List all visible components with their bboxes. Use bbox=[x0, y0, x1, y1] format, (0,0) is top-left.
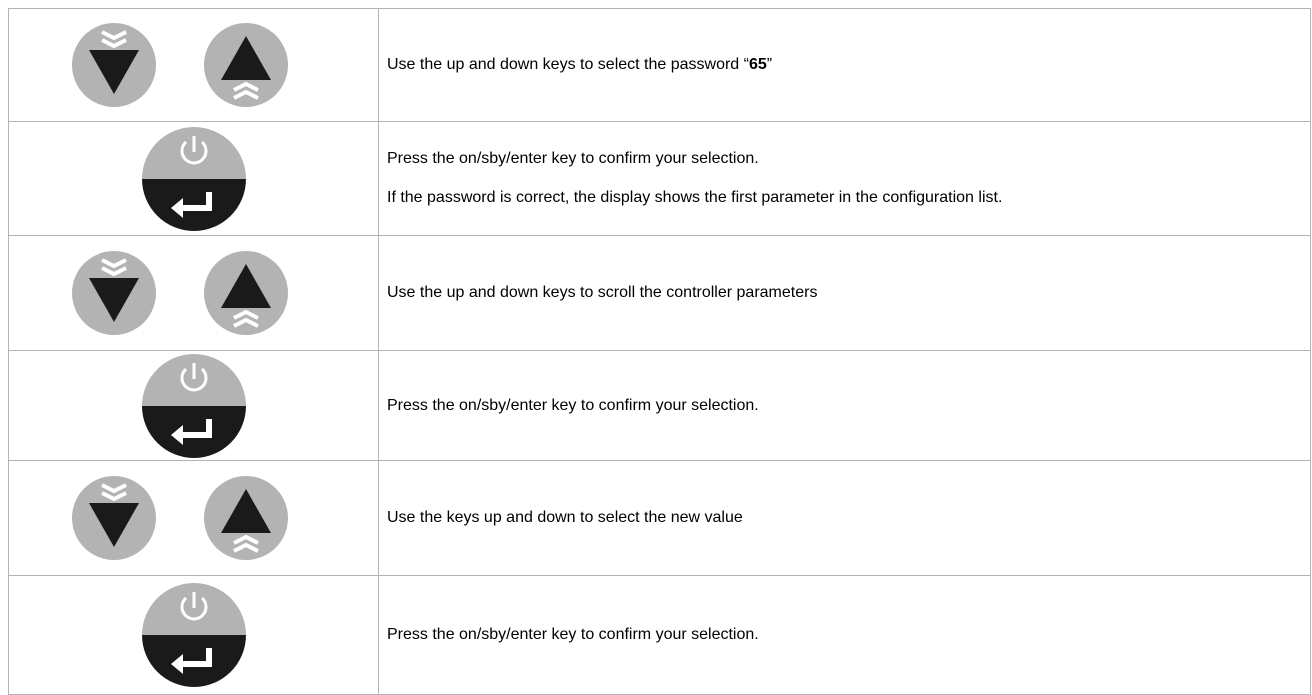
step-1-keys-cell bbox=[8, 8, 379, 122]
step-5-keys-cell bbox=[8, 460, 379, 576]
step-2-text-cell: Press the on/sby/enter key to confirm yo… bbox=[378, 121, 1311, 236]
step-row-3: Use the up and down keys to scroll the c… bbox=[8, 235, 1311, 351]
step-row-5: Use the keys up and down to select the n… bbox=[8, 460, 1311, 576]
step-2-keys-cell bbox=[8, 121, 379, 236]
step-4-keys-cell bbox=[8, 350, 379, 461]
step-6-keys-cell bbox=[8, 575, 379, 695]
step-2-line-1: Press the on/sby/enter key to confirm yo… bbox=[387, 150, 759, 167]
step-row-6: Press the on/sby/enter key to confirm yo… bbox=[8, 575, 1311, 695]
step-3-keys-cell bbox=[8, 235, 379, 351]
up-key-icon bbox=[204, 23, 288, 107]
down-key-icon bbox=[72, 23, 156, 107]
step-5-line-1: Use the keys up and down to select the n… bbox=[387, 509, 743, 526]
step-3-text-cell: Use the up and down keys to scroll the c… bbox=[378, 235, 1311, 351]
step-row-1: Use the up and down keys to select the p… bbox=[8, 8, 1311, 122]
step-2-line-2: If the password is correct, the display … bbox=[387, 189, 1003, 206]
down-key-icon bbox=[72, 476, 156, 560]
step-5-text-cell: Use the keys up and down to select the n… bbox=[378, 460, 1311, 576]
step-4-text-cell: Press the on/sby/enter key to confirm yo… bbox=[378, 350, 1311, 461]
enter-key-icon bbox=[142, 583, 246, 687]
step-row-4: Press the on/sby/enter key to confirm yo… bbox=[8, 350, 1311, 461]
step-4-line-1: Press the on/sby/enter key to confirm yo… bbox=[387, 396, 759, 414]
up-key-icon bbox=[204, 251, 288, 335]
step-1-text-cell: Use the up and down keys to select the p… bbox=[378, 8, 1311, 122]
step-6-line-1: Press the on/sby/enter key to confirm yo… bbox=[387, 626, 759, 643]
password-value: 65 bbox=[748, 56, 767, 73]
step-1-text: Use the up and down keys to select the p… bbox=[387, 56, 773, 73]
step-6-text-cell: Press the on/sby/enter key to confirm yo… bbox=[378, 575, 1311, 695]
enter-key-icon bbox=[142, 353, 246, 458]
procedure-table: Use the up and down keys to select the p… bbox=[8, 8, 1311, 695]
enter-key-icon bbox=[142, 126, 246, 231]
step-3-line-1: Use the up and down keys to scroll the c… bbox=[387, 284, 818, 301]
step-row-2: Press the on/sby/enter key to confirm yo… bbox=[8, 121, 1311, 236]
up-key-icon bbox=[204, 476, 288, 560]
down-key-icon bbox=[72, 251, 156, 335]
